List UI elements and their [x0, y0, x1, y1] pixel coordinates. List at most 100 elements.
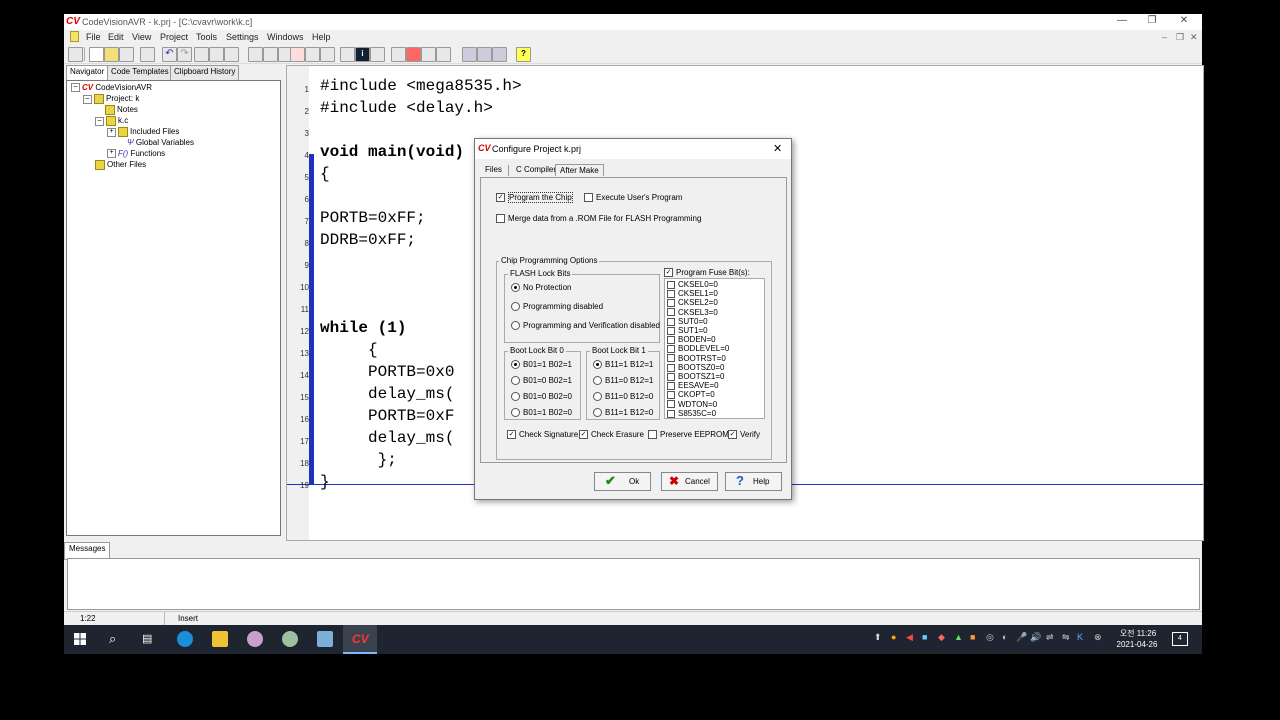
clock-date[interactable]: 2021-04-26	[1110, 640, 1164, 649]
tray-app-icon[interactable]: ■	[970, 632, 975, 642]
open-file-icon[interactable]	[104, 47, 119, 62]
code-line[interactable]: PORTB=0xFF;	[320, 209, 426, 227]
collapse-icon[interactable]: –	[95, 116, 104, 126]
fuse-bit-item[interactable]: BOOTRST=0	[667, 354, 726, 363]
radio-option[interactable]: B11=0 B12=0	[593, 392, 653, 402]
menu-settings[interactable]: Settings	[226, 32, 259, 42]
help-icon[interactable]: ?	[516, 47, 531, 62]
cut-icon[interactable]	[194, 47, 209, 62]
tree-node-notes[interactable]: Notes	[105, 105, 138, 115]
make-icon[interactable]	[320, 47, 335, 62]
radio-option[interactable]: No Protection	[511, 283, 571, 293]
tree-node-root[interactable]: – CV CodeVisionAVR	[71, 83, 152, 93]
fuse-bit-item[interactable]: BOOTSZ1=0	[667, 372, 724, 381]
new-file-icon[interactable]	[89, 47, 104, 62]
code-line[interactable]: while (1)	[320, 319, 406, 337]
radio-option[interactable]: B11=1 B12=0	[593, 408, 653, 418]
fuse-bit-item[interactable]: EESAVE=0	[667, 381, 719, 390]
code-line[interactable]: };	[320, 451, 397, 469]
tray-app-icon[interactable]: ◎	[986, 632, 994, 643]
ok-button[interactable]: ✔ Ok	[594, 472, 651, 491]
expand-icon[interactable]: +	[107, 127, 116, 137]
mdi-restore-icon[interactable]: ❐	[1176, 32, 1184, 43]
tray-app-icon[interactable]: ■	[922, 632, 927, 642]
fuse-bit-item[interactable]: SUT0=0	[667, 317, 708, 326]
tab-after-make[interactable]: After Make	[555, 164, 604, 176]
collapse-icon[interactable]: –	[83, 94, 92, 104]
merge-rom-checkbox[interactable]: Merge data from a .ROM File for FLASH Pr…	[496, 214, 701, 224]
paint-icon[interactable]	[247, 631, 263, 647]
menu-view[interactable]: View	[132, 32, 151, 42]
tree-node-other-files[interactable]: Other Files	[95, 160, 146, 170]
code-line[interactable]: #include <delay.h>	[320, 99, 493, 117]
microphone-icon[interactable]: 🎤	[1016, 632, 1027, 643]
menu-project[interactable]: Project	[160, 32, 188, 42]
radio-option[interactable]: Programming disabled	[511, 302, 603, 312]
radio-option[interactable]: Programming and Verification disabled	[511, 321, 660, 331]
code-line[interactable]: PORTB=0xF	[320, 407, 454, 425]
cascade-icon[interactable]	[492, 47, 507, 62]
tree-node-project[interactable]: – Project: k	[83, 94, 139, 104]
menu-edit[interactable]: Edit	[108, 32, 124, 42]
debugger-icon[interactable]	[406, 47, 421, 62]
tree-node-file[interactable]: – k.c	[95, 116, 128, 126]
tray-app-icon[interactable]: ◆	[938, 632, 945, 643]
fuse-bit-item[interactable]: CKSEL2=0	[667, 298, 718, 307]
expand-icon[interactable]: +	[107, 149, 116, 159]
tab-files[interactable]: Files	[481, 164, 506, 175]
menu-help[interactable]: Help	[312, 32, 331, 42]
fuse-bit-item[interactable]: SUT1=0	[667, 326, 708, 335]
execute-user-program-checkbox[interactable]: Execute User's Program	[584, 193, 682, 203]
verify-checkbox[interactable]: ✓ Verify	[728, 430, 760, 440]
fuse-bit-item[interactable]: BOOTSZ0=0	[667, 363, 724, 372]
mdi-close-icon[interactable]: ✕	[1190, 32, 1198, 43]
radio-option[interactable]: B01=1 B02=0	[511, 408, 572, 418]
radio-option[interactable]: B11=1 B12=1	[593, 360, 653, 370]
program-chip-checkbox[interactable]: ✓ Program the Chip	[496, 192, 573, 203]
terminal-icon[interactable]	[436, 47, 451, 62]
taskbar-codevision[interactable]: CV	[343, 625, 377, 654]
code-line[interactable]: #include <mega8535.h>	[320, 77, 522, 95]
redo-icon[interactable]: ↷	[177, 47, 192, 62]
tray-app-icon[interactable]: K	[1077, 632, 1083, 642]
radio-option[interactable]: B01=0 B02=0	[511, 392, 572, 402]
tree-node-functions[interactable]: + F() Functions	[107, 149, 165, 159]
code-line[interactable]: DDRB=0xFF;	[320, 231, 416, 249]
code-line[interactable]: {	[320, 165, 330, 183]
tree-node-included-files[interactable]: + Included Files	[107, 127, 179, 137]
close-icon[interactable]: ✕	[1170, 15, 1198, 29]
code-line[interactable]: {	[320, 341, 378, 359]
undo-icon[interactable]: ↶	[162, 47, 177, 62]
clock-time[interactable]: 오전 11:26	[1113, 628, 1163, 639]
fuse-bit-item[interactable]: BODEN=0	[667, 335, 716, 344]
tab-clipboard-history[interactable]: Clipboard History	[170, 65, 240, 81]
tray-app-icon[interactable]: ⊗	[1094, 632, 1102, 643]
edge-icon[interactable]	[177, 631, 193, 647]
compile-icon[interactable]	[305, 47, 320, 62]
tree-node-global-variables[interactable]: Ψ Global Variables	[127, 138, 194, 147]
fuse-bit-item[interactable]: CKSEL0=0	[667, 280, 718, 289]
code-line[interactable]: }	[320, 473, 330, 491]
menu-file[interactable]: File	[86, 32, 101, 42]
check-syntax-icon[interactable]	[290, 47, 305, 62]
preserve-eeprom-checkbox[interactable]: Preserve EEPROM	[648, 430, 729, 440]
fuse-bit-item[interactable]: CKSEL1=0	[667, 289, 718, 298]
tray-app-icon[interactable]: ◐	[1002, 632, 1007, 642]
programmer-icon[interactable]	[421, 47, 436, 62]
fuse-bit-item[interactable]: CKOPT=0	[667, 390, 715, 399]
file-explorer-icon[interactable]	[212, 631, 228, 647]
network-icon[interactable]: ⇌	[1046, 632, 1054, 643]
search-icon[interactable]: ⌕	[109, 631, 116, 647]
task-view-icon[interactable]: ▤	[142, 632, 152, 645]
fuse-bit-item[interactable]: CKSEL3=0	[667, 308, 718, 317]
tab-code-templates[interactable]: Code Templates	[107, 65, 173, 81]
menu-tools[interactable]: Tools	[196, 32, 217, 42]
menu-windows[interactable]: Windows	[267, 32, 304, 42]
tab-navigator[interactable]: Navigator	[66, 65, 109, 81]
dialog-close-icon[interactable]: ✕	[773, 142, 782, 155]
tile-vertical-icon[interactable]	[477, 47, 492, 62]
fuse-bit-item[interactable]: S8535C=0	[667, 409, 716, 418]
minimize-icon[interactable]: —	[1108, 15, 1136, 29]
code-line[interactable]: void main(void)	[320, 143, 464, 161]
notification-center-icon[interactable]: 4	[1172, 632, 1188, 646]
